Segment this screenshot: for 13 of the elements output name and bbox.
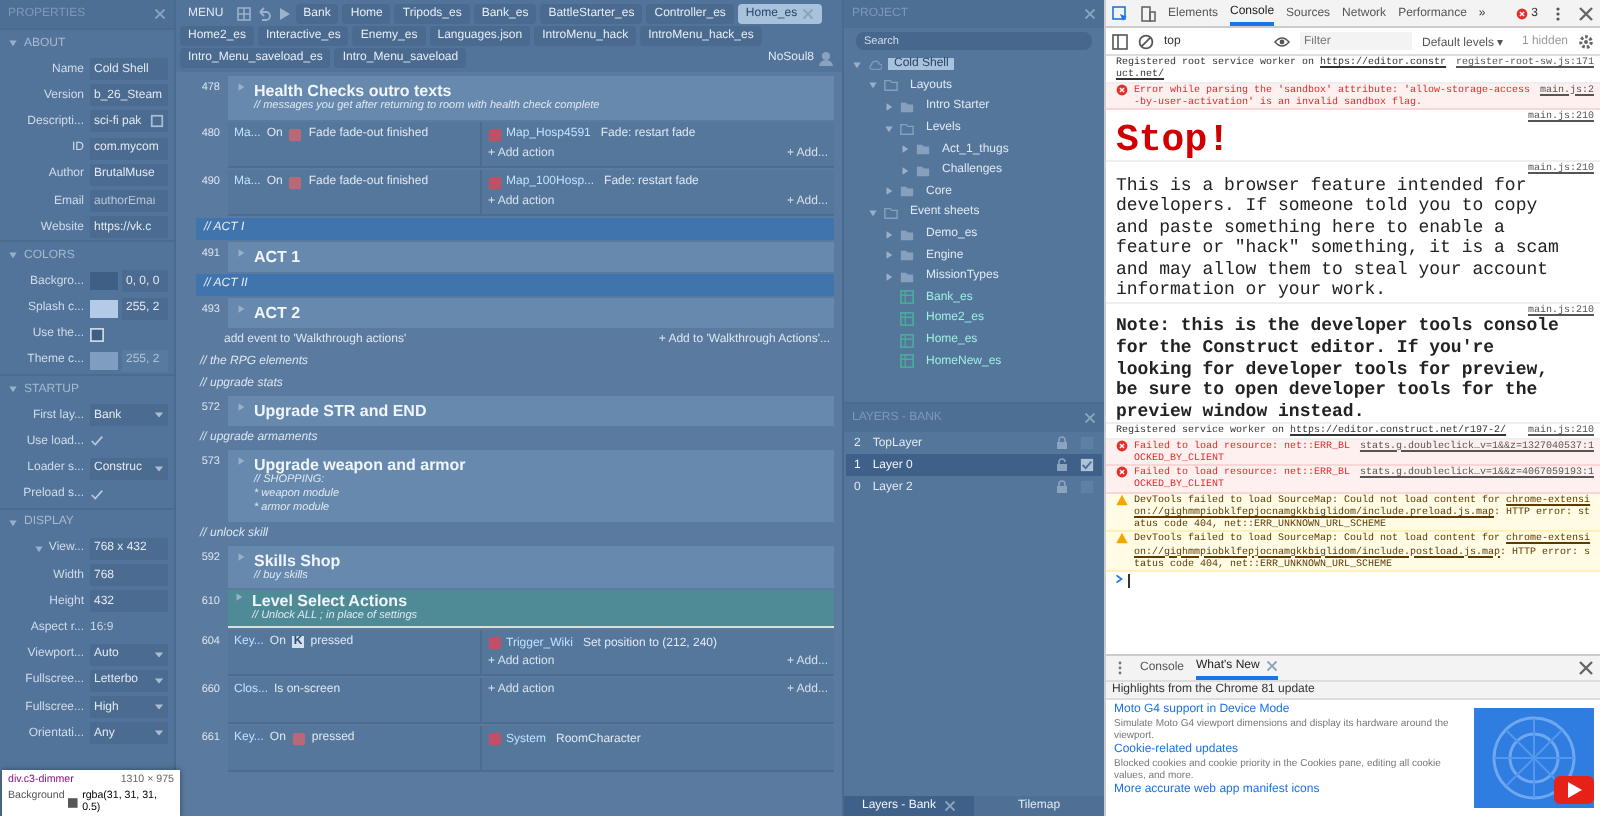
- warning-heading: Stop!: [1116, 122, 1233, 161]
- group-title: Upgrade STR and END: [254, 401, 427, 420]
- console-message: Note: this is the developer tools console for the Construct editor. If you're looking for developer tools for preview, be sure to open developer tools for the preview window instead.: [1116, 316, 1560, 423]
- group-title: ACT 2: [254, 303, 301, 322]
- group-title: Skills Shop: [254, 551, 341, 569]
- event-group[interactable]: Upgrade STR and END: [228, 395, 834, 426]
- group-title: Level Select Actions: [252, 592, 408, 611]
- console-message: This is a browser feature intended for developers. If someone told you to copy and paste something here to enable a feature or "hack" something, it is a scam and may allow them to steal your account information or your work.: [1116, 175, 1560, 303]
- group-title: Health Checks outro texts: [254, 82, 454, 100]
- event-group[interactable]: ACT 1: [228, 241, 834, 272]
- event-group[interactable]: ACT 2: [228, 297, 834, 328]
- group-title: Upgrade weapon and armor: [254, 455, 466, 474]
- group-title: ACT 1: [254, 247, 301, 266]
